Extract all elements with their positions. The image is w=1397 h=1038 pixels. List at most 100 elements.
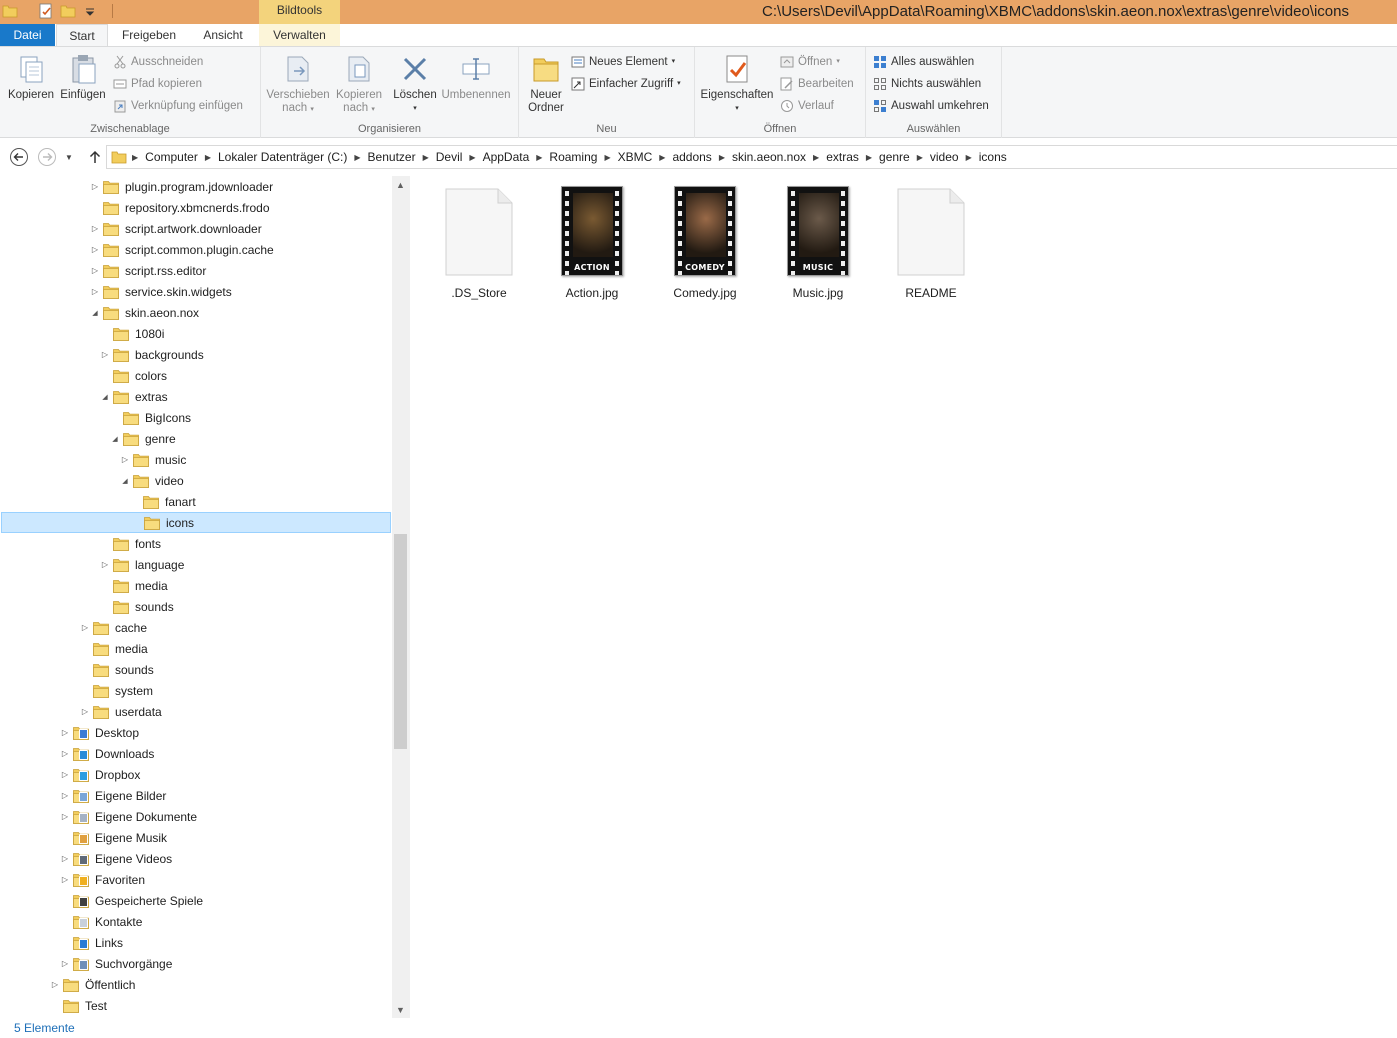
breadcrumb-item[interactable]: AppData (479, 150, 534, 164)
expand-chevron-icon[interactable]: ▷ (80, 623, 90, 633)
tree-item[interactable]: ▷ Suchvorgänge (1, 953, 391, 974)
tree-item[interactable]: ▷ userdata (1, 701, 391, 722)
expand-chevron-icon[interactable]: ▷ (90, 182, 100, 192)
cut-button[interactable]: Ausschneiden (113, 52, 203, 72)
copy-button[interactable]: Kopieren (6, 53, 56, 102)
file-item[interactable]: COMEDY Comedy.jpg (650, 184, 760, 300)
tree-item[interactable]: ▷ script.artwork.downloader (1, 218, 391, 239)
invert-selection-button[interactable]: Auswahl umkehren (873, 96, 989, 116)
expand-chevron-icon[interactable]: ▷ (60, 875, 70, 885)
properties-button[interactable]: Eigenschaften ▾ (699, 53, 775, 115)
tree-item[interactable]: ▷ Desktop (1, 722, 391, 743)
breadcrumb-chevron-icon[interactable]: ▶ (863, 153, 875, 162)
breadcrumb-item[interactable]: Roaming (545, 150, 601, 164)
breadcrumb-item[interactable]: extras (822, 150, 863, 164)
tree-item[interactable]: ▷ service.skin.widgets (1, 281, 391, 302)
tab-start[interactable]: Start (56, 24, 108, 46)
breadcrumb-chevron-icon[interactable]: ▶ (420, 153, 432, 162)
breadcrumb-item[interactable]: genre (875, 150, 914, 164)
breadcrumb-item[interactable]: addons (668, 150, 715, 164)
tree-item[interactable]: colors (1, 365, 391, 386)
expand-chevron-icon[interactable]: ▷ (60, 791, 70, 801)
expand-chevron-icon[interactable]: ▷ (60, 749, 70, 759)
new-folder-button[interactable]: Neuer Ordner (523, 53, 569, 115)
breadcrumb-item[interactable]: skin.aeon.nox (728, 150, 810, 164)
tab-share[interactable]: Freigeben (112, 24, 186, 46)
tree-item[interactable]: Kontakte (1, 911, 391, 932)
tree-item[interactable]: fanart (1, 491, 391, 512)
tree-item[interactable]: system (1, 680, 391, 701)
breadcrumb-item[interactable]: Devil (432, 150, 467, 164)
rename-button[interactable]: Umbenennen (441, 53, 511, 102)
tree-item[interactable]: ◢ skin.aeon.nox (1, 302, 391, 323)
tree-item[interactable]: sounds (1, 596, 391, 617)
file-item[interactable]: .DS_Store (424, 184, 534, 300)
breadcrumb-chevron-icon[interactable]: ▶ (914, 153, 926, 162)
collapse-chevron-icon[interactable]: ◢ (90, 308, 100, 318)
select-all-button[interactable]: Alles auswählen (873, 52, 974, 72)
tree-item[interactable]: repository.xbmcnerds.frodo (1, 197, 391, 218)
tree-item[interactable]: Links (1, 932, 391, 953)
customize-dropdown-icon[interactable] (82, 3, 98, 19)
expand-chevron-icon[interactable]: ▷ (50, 980, 60, 990)
expand-chevron-icon[interactable]: ▷ (60, 959, 70, 969)
properties-icon[interactable] (38, 3, 54, 19)
expand-chevron-icon[interactable]: ▷ (90, 245, 100, 255)
file-item[interactable]: README (876, 184, 986, 300)
breadcrumb-chevron-icon[interactable]: ▶ (810, 153, 822, 162)
tree-item[interactable]: ▷ Eigene Bilder (1, 785, 391, 806)
paste-button[interactable]: Einfügen (57, 53, 109, 102)
tree-item[interactable]: ▷ Eigene Videos (1, 848, 391, 869)
new-item-button[interactable]: Neues Element ▾ (571, 52, 675, 72)
collapse-chevron-icon[interactable]: ◢ (100, 392, 110, 402)
tree-item[interactable]: ▷ Dropbox (1, 764, 391, 785)
breadcrumb-item[interactable]: icons (975, 150, 1011, 164)
breadcrumb-chevron-icon[interactable]: ▶ (533, 153, 545, 162)
breadcrumb-item[interactable]: Lokaler Datenträger (C:) (214, 150, 351, 164)
tree-item[interactable]: sounds (1, 659, 391, 680)
tree-item[interactable]: BigIcons (1, 407, 391, 428)
tree-item[interactable]: ◢ extras (1, 386, 391, 407)
select-none-button[interactable]: Nichts auswählen (873, 74, 981, 94)
tree-item[interactable]: ◢ genre (1, 428, 391, 449)
breadcrumb-chevron-icon[interactable]: ▶ (202, 153, 214, 162)
copy-to-button[interactable]: Kopieren nach ▾ (331, 53, 387, 116)
tree-item[interactable]: ▷ script.rss.editor (1, 260, 391, 281)
collapse-chevron-icon[interactable]: ◢ (110, 434, 120, 444)
breadcrumb-chevron-icon[interactable]: ▶ (351, 153, 363, 162)
expand-chevron-icon[interactable]: ▷ (80, 707, 90, 717)
breadcrumb-item[interactable]: video (926, 150, 963, 164)
expand-chevron-icon[interactable]: ▷ (60, 854, 70, 864)
breadcrumb-item[interactable]: Benutzer (364, 150, 420, 164)
tree-item[interactable]: ▷ language (1, 554, 391, 575)
tree-item[interactable]: ▷ backgrounds (1, 344, 391, 365)
breadcrumb-item[interactable]: XBMC (614, 150, 657, 164)
recent-locations-button[interactable]: ▼ (62, 147, 76, 167)
new-folder-icon[interactable] (60, 3, 76, 19)
back-button[interactable] (9, 147, 29, 167)
tree-item[interactable]: 1080i (1, 323, 391, 344)
expand-chevron-icon[interactable]: ▷ (120, 455, 130, 465)
file-item[interactable]: ACTION Action.jpg (537, 184, 647, 300)
breadcrumb-chevron-icon[interactable]: ▶ (601, 153, 613, 162)
edit-button[interactable]: Bearbeiten (780, 74, 854, 94)
breadcrumb-chevron-icon[interactable]: ▶ (656, 153, 668, 162)
tree-item[interactable]: ▷ Downloads (1, 743, 391, 764)
tab-file[interactable]: Datei (0, 24, 55, 46)
expand-chevron-icon[interactable]: ▷ (90, 266, 100, 276)
easy-access-button[interactable]: Einfacher Zugriff ▾ (571, 74, 681, 94)
expand-chevron-icon[interactable]: ▷ (60, 770, 70, 780)
expand-chevron-icon[interactable]: ▷ (60, 728, 70, 738)
breadcrumb-chevron-icon[interactable]: ▶ (466, 153, 478, 162)
scroll-up-icon[interactable]: ▲ (392, 176, 409, 193)
tree-item[interactable]: ▷ Eigene Dokumente (1, 806, 391, 827)
tree-scrollbar[interactable]: ▲ ▼ (392, 176, 409, 1018)
paste-shortcut-button[interactable]: Verknüpfung einfügen (113, 96, 243, 116)
open-button[interactable]: Öffnen ▾ (780, 52, 840, 72)
copy-path-button[interactable]: Pfad kopieren (113, 74, 202, 94)
up-button[interactable] (85, 147, 105, 167)
expand-chevron-icon[interactable]: ▷ (100, 560, 110, 570)
file-item[interactable]: MUSIC Music.jpg (763, 184, 873, 300)
expand-chevron-icon[interactable]: ▷ (60, 812, 70, 822)
move-to-button[interactable]: Verschieben nach ▾ (265, 53, 331, 116)
